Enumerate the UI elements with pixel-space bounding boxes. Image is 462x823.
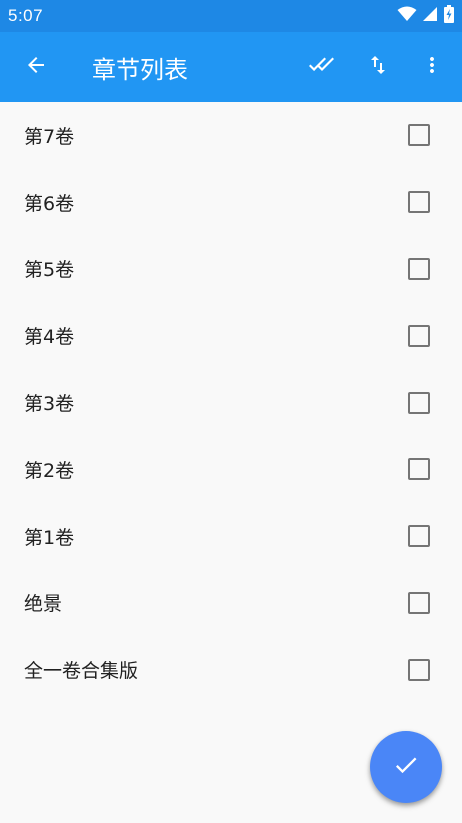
arrow-back-icon — [24, 53, 48, 81]
chapter-label: 第2卷 — [24, 459, 75, 482]
list-item[interactable]: 第4卷 — [0, 302, 462, 369]
status-time: 5:07 — [8, 6, 44, 25]
list-item[interactable]: 第1卷 — [0, 503, 462, 570]
app-bar: 章节列表 — [0, 32, 462, 102]
battery-charging-icon — [444, 5, 454, 27]
list-item[interactable]: 第2卷 — [0, 436, 462, 503]
page-title: 章节列表 — [92, 55, 188, 84]
chapter-checkbox[interactable] — [408, 458, 430, 481]
chapter-checkbox[interactable] — [408, 324, 430, 347]
chapter-label: 全一卷合集版 — [24, 660, 139, 683]
list-item[interactable]: 第6卷 — [0, 169, 462, 236]
check-icon — [392, 751, 420, 783]
chapter-checkbox[interactable] — [408, 391, 430, 414]
chapter-label: 第6卷 — [24, 192, 75, 215]
more-vert-icon — [420, 53, 444, 81]
chapter-label: 绝景 — [24, 593, 63, 616]
chapter-checkbox[interactable] — [408, 191, 430, 214]
chapter-checkbox[interactable] — [408, 591, 430, 614]
list-item[interactable]: 第7卷 — [0, 102, 462, 169]
chapter-checkbox[interactable] — [408, 525, 430, 548]
select-all-button[interactable] — [294, 32, 350, 102]
list-item[interactable]: 第3卷 — [0, 369, 462, 436]
swap-vertical-icon — [366, 53, 390, 81]
chapter-label: 第7卷 — [24, 125, 75, 148]
chapter-checkbox[interactable] — [408, 124, 430, 147]
chapter-label: 第4卷 — [24, 326, 75, 349]
chapter-label: 第5卷 — [24, 259, 75, 282]
back-button[interactable] — [0, 32, 72, 102]
list-item[interactable]: 第5卷 — [0, 236, 462, 303]
list-item[interactable]: 绝景 — [0, 570, 462, 637]
chapter-label: 第3卷 — [24, 393, 75, 416]
status-bar: 5:07 — [0, 0, 462, 32]
chapter-list: 第7卷 第6卷 第5卷 第4卷 第3卷 第2卷 第1卷 绝景 全一卷合集版 — [0, 102, 462, 703]
confirm-fab-button[interactable] — [370, 731, 442, 803]
sort-button[interactable] — [350, 32, 406, 102]
wifi-icon — [397, 6, 417, 26]
double-check-icon — [307, 53, 337, 81]
chapter-checkbox[interactable] — [408, 658, 430, 681]
signal-icon — [423, 6, 438, 26]
chapter-label: 第1卷 — [24, 526, 75, 549]
chapter-checkbox[interactable] — [408, 257, 430, 280]
list-item[interactable]: 全一卷合集版 — [0, 636, 462, 703]
status-icons — [397, 5, 454, 27]
more-options-button[interactable] — [406, 32, 458, 102]
